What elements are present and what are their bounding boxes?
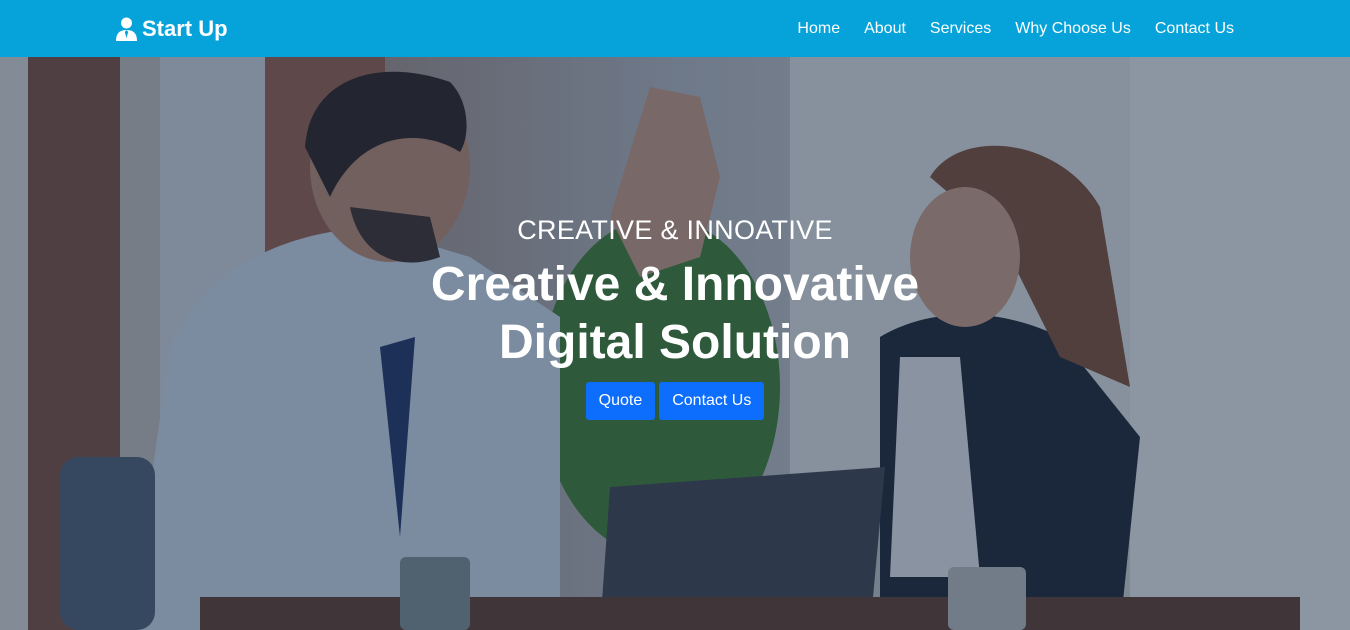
nav-item-contact-us[interactable]: Contact Us (1155, 20, 1234, 38)
nav-menu: Home About Services Why Choose Us Contac… (773, 20, 1234, 38)
quote-button[interactable]: Quote (585, 382, 656, 420)
nav-item-home[interactable]: Home (797, 20, 840, 38)
hero-content: CREATIVE & INNOATIVE Creative & Innovati… (0, 57, 1350, 630)
hero-title-line-2: Digital Solution (499, 316, 851, 369)
nav-item-why-choose-us[interactable]: Why Choose Us (1015, 20, 1131, 38)
brand-logo-link[interactable]: Start Up (116, 16, 228, 42)
nav-item-services[interactable]: Services (930, 20, 991, 38)
hero-section: CREATIVE & INNOATIVE Creative & Innovati… (0, 57, 1350, 630)
brand-name: Start Up (142, 15, 228, 41)
hero-subtitle: CREATIVE & INNOATIVE (517, 215, 833, 245)
nav-item-about[interactable]: About (864, 20, 906, 38)
hero-title: Creative & Innovative Digital Solution (365, 256, 985, 372)
contact-us-button[interactable]: Contact Us (659, 382, 765, 420)
navbar: Start Up Home About Services Why Choose … (0, 0, 1350, 57)
user-tie-icon (116, 17, 137, 41)
hero-button-group: Quote Contact Us (585, 382, 765, 420)
hero-title-line-1: Creative & Innovative (430, 258, 920, 311)
